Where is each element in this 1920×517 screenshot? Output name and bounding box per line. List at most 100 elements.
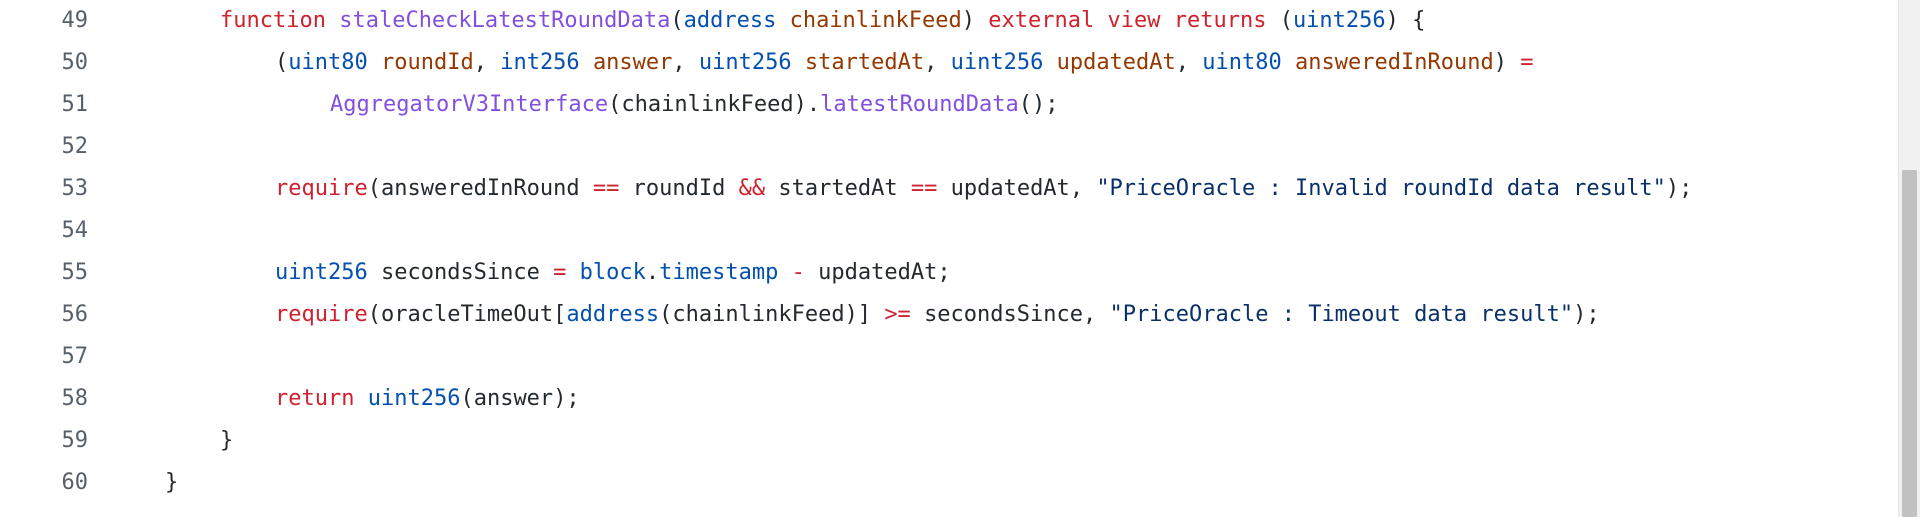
- code-token-keyword: require: [275, 302, 368, 327]
- code-token-plain: startedAt: [778, 176, 898, 201]
- code-token-var: roundId: [380, 50, 474, 75]
- code-line: 51 AggregatorV3Interface(chainlinkFeed).l…: [0, 84, 1898, 126]
- code-token-str: "PriceOracle : Timeout data result": [1109, 302, 1574, 327]
- code-token-keyword: view: [1107, 8, 1161, 33]
- code-token-punc: ,: [473, 50, 501, 75]
- code-line: 60}: [0, 462, 1898, 504]
- code-token-type: uint256: [367, 386, 461, 411]
- code-token-keyword: returns: [1173, 8, 1267, 33]
- line-content: require(answeredInRound == roundId && st…: [275, 168, 1692, 210]
- code-line: 58 return uint256(answer);: [0, 378, 1898, 420]
- code-token-punc: (: [460, 386, 474, 411]
- line-number: 55: [61, 260, 89, 285]
- code-token-plain: chainlinkFeed: [621, 92, 794, 117]
- code-token-type: address: [683, 8, 777, 33]
- line-content: return uint256(answer);: [275, 378, 580, 420]
- code-token-type: uint256: [698, 50, 792, 75]
- code-token-punc: ).: [793, 92, 821, 117]
- code-token-type: address: [566, 302, 660, 327]
- code-token-punc: ): [961, 8, 976, 33]
- code-token-plain: secondsSince: [924, 302, 1084, 327]
- code-token-var: updatedAt: [1056, 50, 1176, 75]
- code-token-punc: (: [275, 50, 289, 75]
- code-line: 50 (uint80 roundId, int256 answer, uint25…: [0, 42, 1898, 84]
- code-token-punc: ,: [1069, 176, 1097, 201]
- code-token-punc: ): [1493, 50, 1507, 75]
- code-token-punc: );: [1573, 302, 1600, 327]
- code-token-plain: updatedAt: [950, 176, 1070, 201]
- code-block: 49 function staleCheckLatestRoundData(add…: [0, 0, 1898, 504]
- code-line: 59}: [0, 420, 1898, 462]
- code-token-plain: roundId: [632, 176, 726, 201]
- code-token-punc: (: [670, 8, 684, 33]
- line-number: 54: [61, 218, 89, 243]
- line-number: 49: [61, 8, 89, 33]
- code-token-punc: ,: [1175, 50, 1203, 75]
- code-token-punc: ,: [1083, 302, 1110, 327]
- code-token-punc: ();: [1018, 92, 1059, 117]
- line-number: 57: [61, 344, 89, 369]
- line-number: 60: [61, 470, 89, 495]
- code-token-keyword: require: [275, 176, 368, 201]
- code-token-str: "PriceOracle : Invalid roundId data resu…: [1096, 176, 1666, 201]
- code-line: 55 uint256 secondsSince = block.timestamp…: [0, 252, 1898, 294]
- code-line: 53 require(answeredInRound == roundId && …: [0, 168, 1898, 210]
- code-token-type: uint256: [1292, 8, 1386, 33]
- code-token-var: answer: [592, 50, 673, 75]
- line-content: AggregatorV3Interface(chainlinkFeed).lat…: [330, 84, 1059, 126]
- code-token-punc: }: [165, 470, 179, 495]
- code-token-plain: answeredInRound: [380, 176, 580, 201]
- code-token-punc: .: [645, 260, 660, 285]
- code-token-plain: oracleTimeOut: [380, 302, 554, 327]
- code-token-keyword: function: [220, 8, 326, 33]
- code-token-plain: secondsSince: [380, 260, 540, 285]
- code-token-punc: )]: [844, 302, 872, 327]
- vertical-scrollbar[interactable]: [1898, 0, 1920, 517]
- line-number: 53: [61, 176, 89, 201]
- scrollbar-thumb[interactable]: [1902, 170, 1917, 517]
- code-token-punc: [: [553, 302, 567, 327]
- code-token-punc: (: [367, 302, 381, 327]
- code-token-plain: answer: [473, 386, 554, 411]
- code-token-type: uint256: [275, 260, 368, 285]
- code-token-punc: (: [659, 302, 673, 327]
- code-token-punc: ,: [672, 50, 699, 75]
- code-token-op: >=: [884, 302, 911, 327]
- code-token-punc: (: [608, 92, 622, 117]
- code-token-var: chainlinkFeed: [789, 8, 962, 33]
- code-token-var: answeredInRound: [1295, 50, 1494, 75]
- line-content: function staleCheckLatestRoundData(addre…: [220, 0, 1425, 42]
- code-token-type: uint80: [288, 50, 368, 75]
- code-token-op: -: [791, 260, 805, 285]
- code-token-punc: ): [1385, 8, 1399, 33]
- code-token-plain: chainlinkFeed: [672, 302, 845, 327]
- code-token-keyword: return: [275, 386, 355, 411]
- code-token-punc: (: [1279, 8, 1293, 33]
- code-token-plain: updatedAt: [818, 260, 938, 285]
- code-token-prop: block: [579, 260, 646, 285]
- code-line: 56 require(oracleTimeOut[address(chainlin…: [0, 294, 1898, 336]
- code-token-punc: ;: [937, 260, 951, 285]
- line-content: }: [165, 462, 178, 504]
- code-token-prop: timestamp: [659, 260, 779, 285]
- code-token-type: int256: [500, 50, 580, 75]
